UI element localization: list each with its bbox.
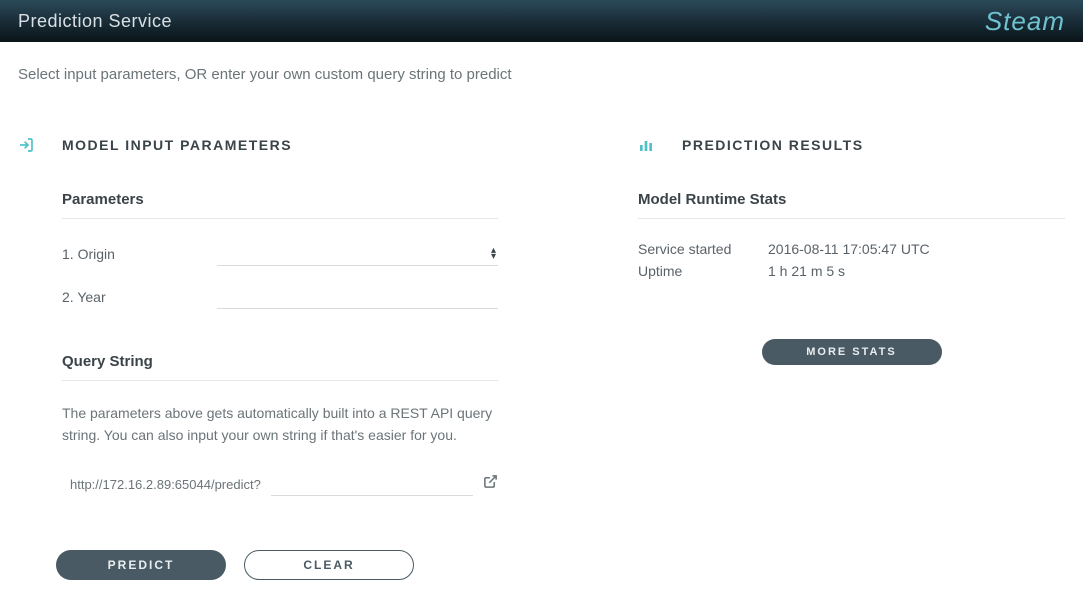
query-url-prefix: http://172.16.2.89:65044/predict? — [62, 477, 261, 492]
action-buttons: PREDICT CLEAR — [18, 550, 498, 580]
app-header: Prediction Service Steam — [0, 0, 1083, 42]
param-label-year: 2. Year — [62, 289, 217, 305]
input-section-title: MODEL INPUT PARAMETERS — [62, 137, 292, 153]
query-block: Query String The parameters above gets a… — [18, 353, 498, 496]
bar-chart-icon — [638, 137, 682, 153]
stat-value: 1 h 21 m 5 s — [768, 263, 845, 279]
origin-select[interactable] — [217, 241, 498, 266]
external-link-icon[interactable] — [483, 474, 498, 494]
more-stats-button[interactable]: MORE STATS — [762, 339, 942, 365]
input-panel: MODEL INPUT PARAMETERS Parameters 1. Ori… — [18, 137, 498, 580]
page-title: Prediction Service — [18, 11, 172, 32]
predict-button[interactable]: PREDICT — [56, 550, 226, 580]
stat-row-uptime: Uptime 1 h 21 m 5 s — [638, 263, 1065, 279]
login-icon — [18, 137, 62, 153]
main-content: MODEL INPUT PARAMETERS Parameters 1. Ori… — [0, 83, 1083, 610]
query-row: http://172.16.2.89:65044/predict? — [62, 472, 498, 496]
more-stats-wrap: MORE STATS — [638, 339, 1065, 365]
stat-row-service-started: Service started 2016-08-11 17:05:47 UTC — [638, 241, 1065, 257]
query-description: The parameters above gets automatically … — [62, 403, 498, 446]
stat-value: 2016-08-11 17:05:47 UTC — [768, 241, 930, 257]
parameters-block: Parameters 1. Origin 2. Year — [18, 191, 498, 309]
query-string-input[interactable] — [271, 472, 473, 496]
stat-label: Service started — [638, 241, 768, 257]
page-subtitle: Select input parameters, OR enter your o… — [0, 42, 1083, 83]
results-panel: PREDICTION RESULTS Model Runtime Stats S… — [638, 137, 1065, 580]
clear-button[interactable]: CLEAR — [244, 550, 414, 580]
param-row-origin: 1. Origin — [62, 241, 498, 266]
param-label-origin: 1. Origin — [62, 246, 217, 262]
param-row-year: 2. Year — [62, 284, 498, 309]
query-heading: Query String — [62, 353, 498, 381]
year-input[interactable] — [217, 284, 498, 309]
stat-label: Uptime — [638, 263, 768, 279]
parameters-heading: Parameters — [62, 191, 498, 219]
stats-block: Model Runtime Stats Service started 2016… — [638, 191, 1065, 279]
results-section-header: PREDICTION RESULTS — [638, 137, 1065, 153]
stats-heading: Model Runtime Stats — [638, 191, 1065, 219]
results-section-title: PREDICTION RESULTS — [682, 137, 864, 153]
input-section-header: MODEL INPUT PARAMETERS — [18, 137, 498, 153]
brand-logo: Steam — [985, 6, 1065, 37]
